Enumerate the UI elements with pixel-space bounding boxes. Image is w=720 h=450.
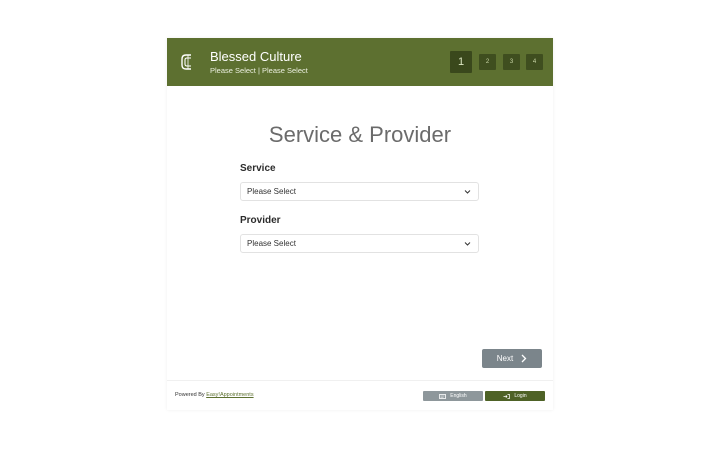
sign-in-icon (503, 393, 511, 399)
language-icon (439, 393, 447, 399)
step-4-label: 4 (532, 59, 537, 65)
footer-divider (167, 380, 553, 381)
step-1-label: 1 (457, 56, 465, 68)
easyappointments-link[interactable]: Easy!Appointments (206, 392, 253, 398)
chevron-down-icon (464, 242, 471, 246)
service-label: Service (240, 163, 276, 174)
step-1[interactable]: 1 (450, 51, 472, 73)
provider-select[interactable]: Please Select (240, 234, 479, 253)
booking-header: Blessed Culture Please Select | Please S… (167, 38, 553, 86)
next-button-label: Next (496, 354, 514, 363)
login-button[interactable]: Login (485, 391, 545, 401)
login-label: Login (514, 393, 527, 399)
step-3[interactable]: 3 (503, 54, 520, 70)
chevron-down-icon (464, 190, 471, 194)
booking-frame: Blessed Culture Please Select | Please S… (167, 38, 553, 410)
provider-select-value: Please Select (247, 239, 296, 248)
company-name: Blessed Culture (210, 49, 302, 64)
page-title: Service & Provider (268, 122, 452, 147)
next-button[interactable]: Next (482, 349, 542, 368)
selection-summary: Please Select | Please Select (210, 66, 308, 75)
powered-by-text: Powered By (175, 392, 207, 398)
step-4[interactable]: 4 (526, 54, 543, 70)
step-3-label: 3 (509, 59, 514, 65)
service-select[interactable]: Please Select (240, 182, 479, 201)
company-logo-icon (181, 54, 191, 70)
provider-label: Provider (240, 215, 281, 226)
step-2-label: 2 (485, 59, 490, 65)
service-select-value: Please Select (247, 187, 296, 196)
step-2[interactable]: 2 (479, 54, 496, 70)
language-label: English (450, 393, 467, 399)
chevron-right-icon (521, 354, 527, 363)
powered-by: Powered By Easy!Appointments (175, 392, 254, 398)
language-button[interactable]: English (423, 391, 483, 401)
